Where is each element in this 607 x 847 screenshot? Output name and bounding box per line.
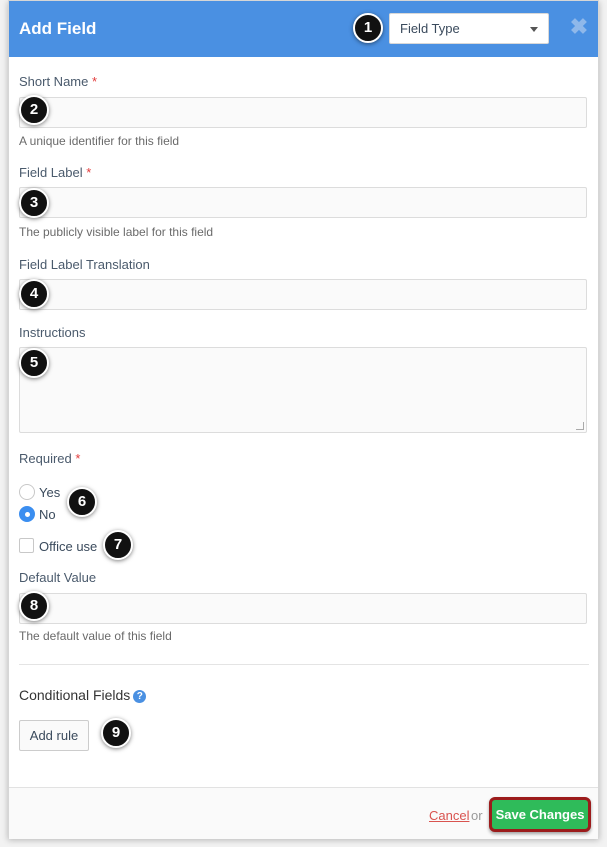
field-label-input[interactable] xyxy=(19,187,587,218)
instructions-textarea[interactable] xyxy=(19,347,587,433)
callout-badge-4: 4 xyxy=(19,279,49,309)
chevron-down-icon xyxy=(530,27,538,32)
or-text: or xyxy=(471,808,483,823)
field-label-translation-input[interactable] xyxy=(19,279,587,310)
required-yes-radio[interactable] xyxy=(19,484,35,500)
resize-handle-icon[interactable] xyxy=(576,422,584,430)
required-no-label[interactable]: No xyxy=(39,507,56,522)
required-yes-label[interactable]: Yes xyxy=(39,485,60,500)
short-name-label: Short Name * xyxy=(19,74,98,89)
add-field-modal: Add Field Field Type ✖ Short Name * A un… xyxy=(8,0,599,839)
add-rule-button[interactable]: Add rule xyxy=(19,720,89,751)
close-icon[interactable]: ✖ xyxy=(569,16,589,38)
field-label-translation-label: Field Label Translation xyxy=(19,257,150,272)
callout-badge-5: 5 xyxy=(19,348,49,378)
modal-footer: Cancel or Save Changes xyxy=(9,787,598,839)
field-label-label: Field Label * xyxy=(19,165,92,180)
short-name-hint: A unique identifier for this field xyxy=(19,134,180,148)
callout-badge-7: 7 xyxy=(103,530,133,560)
default-value-label: Default Value xyxy=(19,570,97,585)
office-use-checkbox[interactable] xyxy=(19,538,34,553)
modal-title: Add Field xyxy=(19,19,97,38)
field-label-hint: The publicly visible label for this fiel… xyxy=(19,225,214,239)
required-no-radio[interactable] xyxy=(19,506,35,522)
callout-badge-6: 6 xyxy=(67,487,97,517)
conditional-fields-title: Conditional Fields? xyxy=(19,687,147,703)
short-name-input[interactable] xyxy=(19,97,587,128)
instructions-label: Instructions xyxy=(19,325,86,340)
field-type-value: Field Type xyxy=(400,21,460,36)
divider xyxy=(19,664,589,665)
callout-badge-1: 1 xyxy=(353,13,383,43)
modal-header: Add Field Field Type ✖ xyxy=(9,1,598,57)
required-label: Required * xyxy=(19,451,81,466)
callout-badge-8: 8 xyxy=(19,591,49,621)
default-value-hint: The default value of this field xyxy=(19,629,172,643)
field-type-select[interactable]: Field Type xyxy=(389,13,549,44)
default-value-input[interactable] xyxy=(19,593,587,624)
cancel-link[interactable]: Cancel xyxy=(429,808,469,823)
help-icon[interactable]: ? xyxy=(133,690,147,703)
save-changes-button[interactable]: Save Changes xyxy=(489,797,591,832)
office-use-label[interactable]: Office use xyxy=(39,539,97,554)
callout-badge-9: 9 xyxy=(101,718,131,748)
callout-badge-2: 2 xyxy=(19,95,49,125)
callout-badge-3: 3 xyxy=(19,188,49,218)
